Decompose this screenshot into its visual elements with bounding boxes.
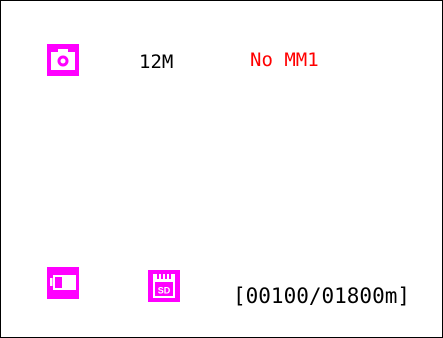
camera-icon: [47, 44, 79, 76]
sd-card-label: SD: [158, 286, 171, 296]
camera-status-screen: 12M No MM1 SD [00100/01800m]: [0, 0, 443, 338]
sd-card-icon: SD: [148, 270, 180, 302]
battery-icon: [47, 267, 79, 299]
capture-counter: [00100/01800m]: [233, 284, 411, 308]
card-status-warning: No MM1: [250, 49, 319, 71]
resolution-value: 12M: [139, 51, 174, 73]
